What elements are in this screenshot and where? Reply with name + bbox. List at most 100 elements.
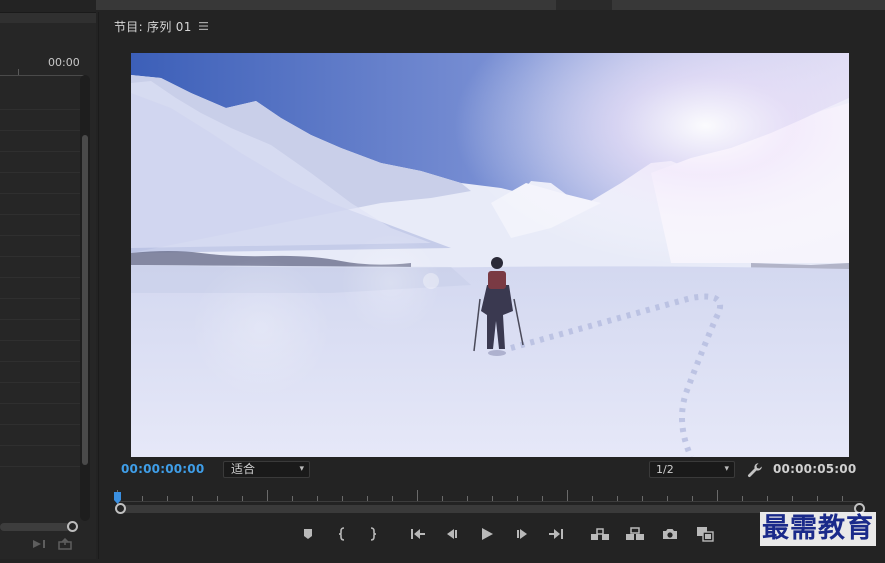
track-divider — [0, 298, 80, 299]
mark-in-icon — [338, 527, 345, 541]
track-divider — [0, 193, 80, 194]
ruler-tick — [592, 496, 593, 501]
ruler-tick — [392, 496, 393, 501]
insert-clip-icon[interactable] — [32, 538, 48, 550]
track-divider — [0, 235, 80, 236]
step-back-button[interactable] — [441, 523, 463, 545]
top-bar-segment — [612, 0, 885, 10]
top-bar-segment — [96, 0, 556, 10]
mark-out-icon — [370, 527, 377, 541]
timeline-vertical-scrollbar[interactable] — [80, 75, 90, 521]
ruler-tick — [467, 496, 468, 501]
hamburger-menu-icon[interactable] — [199, 20, 208, 33]
track-divider — [0, 340, 80, 341]
ruler-tick — [267, 490, 268, 501]
time-ruler[interactable] — [117, 489, 863, 503]
track-divider — [0, 109, 80, 110]
ruler-tick — [542, 496, 543, 501]
ruler-tick — [642, 496, 643, 501]
track-divider — [0, 424, 80, 425]
ruler-tick — [567, 490, 568, 501]
zoom-start-handle[interactable] — [115, 503, 126, 514]
timeline-tracks — [0, 109, 80, 509]
top-panel-bar — [96, 0, 885, 10]
chevron-down-icon: ▾ — [299, 464, 304, 474]
compare-view-button[interactable] — [694, 523, 716, 545]
export-frame-button[interactable] — [659, 523, 681, 545]
zoom-fit-value: 适合 — [231, 462, 256, 476]
mark-out-button[interactable] — [362, 523, 384, 545]
timeline-header-strip — [0, 13, 96, 23]
track-divider — [0, 403, 80, 404]
ruler-tick — [517, 496, 518, 501]
zoom-fit-select[interactable]: 适合 ▾ — [223, 461, 310, 478]
step-forward-icon — [517, 529, 527, 539]
ruler-tick — [217, 496, 218, 501]
watermark-logo: 最需教育 — [760, 512, 876, 546]
go-to-out-button[interactable] — [545, 523, 567, 545]
ruler-tick — [242, 496, 243, 501]
track-divider — [0, 151, 80, 152]
mark-in-button[interactable] — [331, 523, 353, 545]
scrollbar-thumb[interactable] — [82, 135, 88, 465]
go-to-out-icon — [549, 529, 563, 539]
track-divider — [0, 445, 80, 446]
ruler-tick — [292, 496, 293, 501]
ruler-tick — [767, 496, 768, 501]
track-divider — [0, 382, 80, 383]
duration-timecode: 00:00:05:00 — [773, 462, 857, 476]
chevron-down-icon: ▾ — [724, 464, 729, 474]
step-back-icon — [447, 529, 457, 539]
marker-icon — [304, 529, 312, 539]
export-frame-icon[interactable] — [58, 537, 74, 550]
lift-button[interactable] — [589, 523, 611, 545]
timeline-ruler[interactable] — [0, 75, 84, 76]
lift-icon — [591, 528, 609, 540]
play-button[interactable] — [476, 523, 498, 545]
program-monitor-panel: 节目: 序列 01 00:00:00:00 适合 ▾ 1/2 ▾ 00:00:0… — [98, 12, 885, 559]
program-monitor-tab[interactable]: 节目: 序列 01 — [114, 18, 192, 35]
ruler-tick — [717, 490, 718, 501]
ruler-tick — [192, 496, 193, 501]
ruler-tick — [342, 496, 343, 501]
track-divider — [0, 277, 80, 278]
track-divider — [0, 130, 80, 131]
video-frame-image — [131, 53, 849, 457]
timeline-zoom-handle[interactable] — [67, 521, 78, 532]
current-timecode[interactable]: 00:00:00:00 — [121, 462, 204, 476]
track-divider — [0, 256, 80, 257]
compare-icon — [697, 527, 714, 542]
ruler-tick — [167, 496, 168, 501]
track-divider — [0, 319, 80, 320]
playback-resolution-select[interactable]: 1/2 ▾ — [649, 461, 735, 478]
ruler-tick — [692, 496, 693, 501]
time-ruler-baseline — [117, 501, 863, 502]
playhead[interactable] — [114, 490, 121, 504]
ruler-tick — [817, 496, 818, 501]
ruler-tick — [317, 496, 318, 501]
ruler-tick — [842, 496, 843, 501]
ruler-tick — [492, 496, 493, 501]
ruler-tick — [417, 490, 418, 501]
timeline-ruler-timecode: 00:00 — [48, 56, 80, 69]
track-divider — [0, 172, 80, 173]
zoom-scroll-bar[interactable] — [121, 505, 863, 513]
add-marker-button[interactable] — [297, 523, 319, 545]
ruler-tick — [742, 496, 743, 501]
ruler-tick — [617, 496, 618, 501]
timeline-horizontal-scrollbar[interactable] — [0, 523, 70, 531]
go-to-in-button[interactable] — [407, 523, 429, 545]
timeline-panel: 00:00 — [0, 12, 96, 559]
camera-icon — [663, 529, 677, 539]
wrench-icon[interactable] — [746, 461, 764, 479]
extract-icon — [626, 527, 644, 540]
extract-button[interactable] — [624, 523, 646, 545]
ruler-tick — [367, 496, 368, 501]
ruler-tick — [792, 496, 793, 501]
video-preview[interactable] — [131, 53, 849, 457]
ruler-tick — [142, 496, 143, 501]
track-divider — [0, 466, 80, 467]
step-forward-button[interactable] — [511, 523, 533, 545]
go-to-in-icon — [411, 529, 425, 539]
ruler-tick — [667, 496, 668, 501]
